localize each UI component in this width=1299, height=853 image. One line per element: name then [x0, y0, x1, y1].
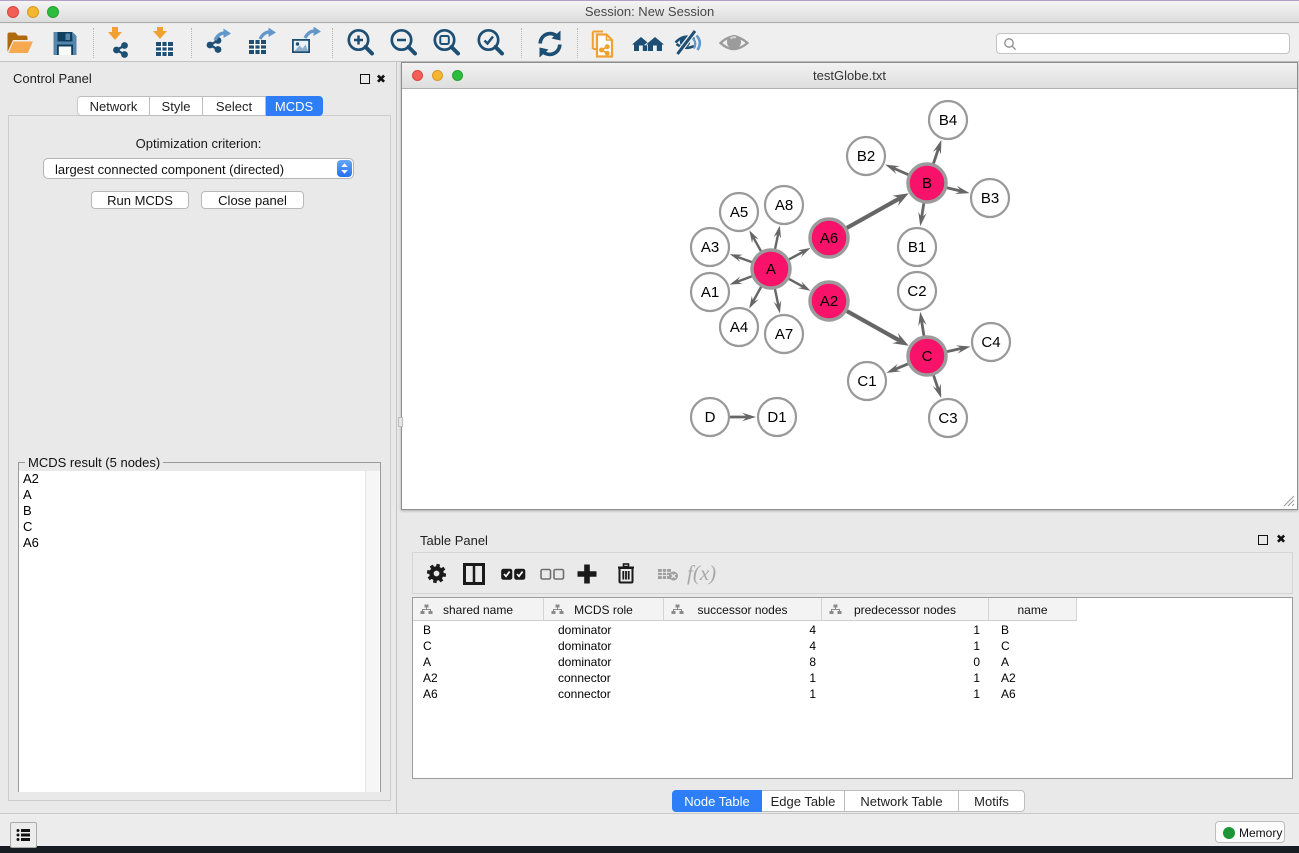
svg-text:B1: B1 [908, 239, 926, 256]
svg-text:A8: A8 [775, 197, 793, 214]
svg-text:C3: C3 [938, 410, 957, 427]
svg-text:A3: A3 [701, 239, 719, 256]
svg-text:C4: C4 [981, 334, 1000, 351]
svg-text:C1: C1 [857, 373, 876, 390]
svg-text:C2: C2 [907, 283, 926, 300]
svg-text:B: B [922, 175, 932, 192]
svg-text:A6: A6 [820, 230, 838, 247]
svg-text:B4: B4 [939, 112, 957, 129]
svg-text:A7: A7 [775, 326, 793, 343]
svg-text:A5: A5 [730, 204, 748, 221]
svg-text:A: A [766, 261, 776, 278]
svg-text:A1: A1 [701, 284, 719, 301]
svg-text:A2: A2 [820, 293, 838, 310]
svg-text:A4: A4 [730, 319, 748, 336]
svg-text:C: C [922, 348, 933, 365]
svg-text:B3: B3 [981, 190, 999, 207]
svg-text:B2: B2 [857, 148, 875, 165]
svg-text:D: D [705, 409, 716, 426]
svg-text:D1: D1 [767, 409, 786, 426]
